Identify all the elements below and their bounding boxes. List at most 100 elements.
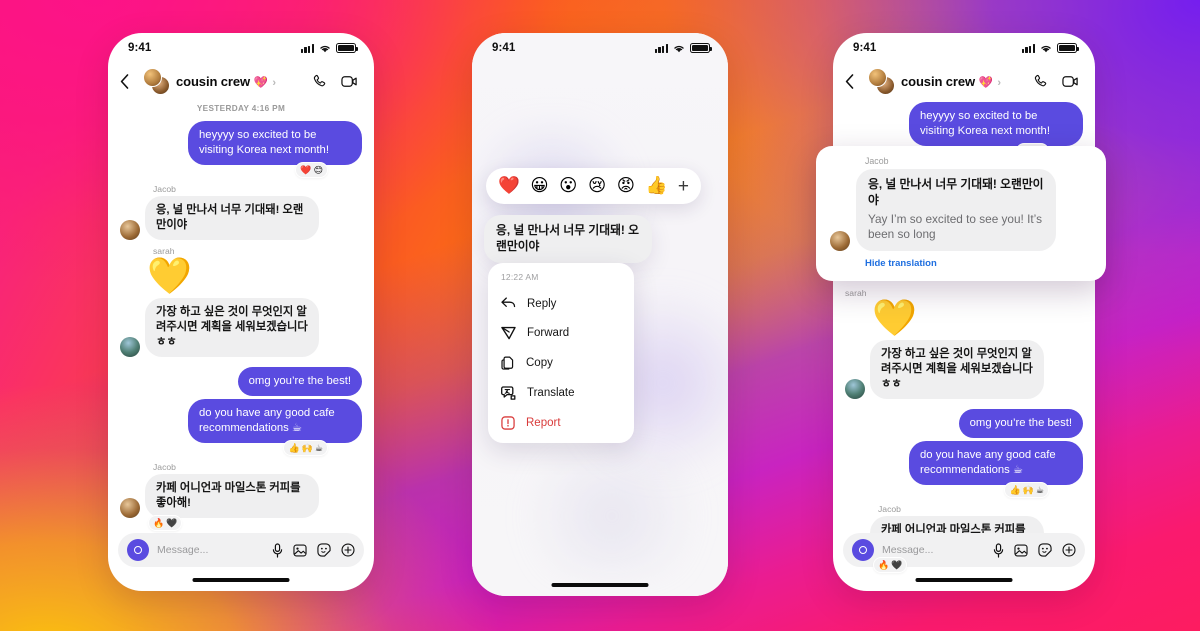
- message-row-outgoing: heyyyy so excited to be visiting Korea n…: [845, 102, 1083, 147]
- context-menu-item-forward[interactable]: Forward: [488, 318, 634, 348]
- report-warning-icon: [501, 416, 515, 430]
- home-indicator: [192, 578, 290, 582]
- wifi-icon: [319, 44, 331, 53]
- reaction-row: 🔥 🖤: [845, 557, 1083, 574]
- message-input[interactable]: Message...: [157, 544, 264, 556]
- phone-3-translation: 9:41 cousin crew 💖 › heyyyy so excited t…: [833, 33, 1095, 591]
- header-actions: [1033, 74, 1079, 89]
- original-text: 응, 널 만나서 너무 기대돼! 오랜만이야: [868, 177, 1044, 207]
- sparkling-heart-icon: 💖: [253, 76, 268, 89]
- message-input[interactable]: Message...: [882, 544, 985, 556]
- translated-message-bubble[interactable]: 응, 널 만나서 너무 기대돼! 오랜만이야 Yay I’m so excite…: [856, 169, 1056, 252]
- message-bubble[interactable]: 응, 널 만나서 너무 기대돼! 오랜만이야: [145, 196, 319, 241]
- chat-title[interactable]: cousin crew 💖 ›: [176, 74, 276, 89]
- translation-card: Jacob 응, 널 만나서 너무 기대돼! 오랜만이야 Yay I’m so …: [816, 146, 1106, 282]
- wifi-icon: [673, 44, 685, 53]
- translation-message-row: 응, 널 만나서 너무 기대돼! 오랜만이야 Yay I’m so excite…: [830, 169, 1092, 252]
- sender-avatar[interactable]: [830, 231, 850, 252]
- focused-message-bubble[interactable]: 응, 널 만나서 너무 기대돼! 오랜만이야: [484, 215, 652, 263]
- camera-icon[interactable]: [127, 539, 149, 561]
- reaction-emoji: ☕: [314, 442, 323, 453]
- reaction-emoji: ❤️: [300, 164, 312, 175]
- reaction-pill[interactable]: 🔥 🖤: [873, 557, 908, 574]
- message-row-outgoing: heyyyy so excited to be visiting Korea n…: [120, 121, 362, 166]
- context-menu-item-report[interactable]: Report: [488, 408, 634, 438]
- message-bubble[interactable]: omg you’re the best!: [958, 409, 1083, 439]
- photo-icon[interactable]: [1014, 544, 1028, 557]
- reaction-pill[interactable]: ❤️ 😊: [295, 162, 328, 179]
- avatar[interactable]: [868, 68, 895, 95]
- back-icon[interactable]: [845, 73, 861, 89]
- sticker-message[interactable]: 💛: [147, 258, 362, 294]
- plus-icon[interactable]: [341, 543, 355, 557]
- status-bar-time: 9:41: [128, 42, 152, 54]
- hide-translation-link[interactable]: Hide translation: [865, 258, 1092, 269]
- phone-call-icon[interactable]: [312, 74, 327, 89]
- status-bar-indicators: [654, 43, 712, 53]
- sender-avatar[interactable]: [845, 379, 865, 400]
- status-bar: 9:41: [472, 33, 728, 63]
- sender-avatar[interactable]: [120, 220, 140, 241]
- message-bubble[interactable]: omg you’re the best!: [237, 367, 362, 397]
- more-reactions-plus-icon[interactable]: +: [678, 177, 689, 196]
- context-menu-item-reply[interactable]: Reply: [488, 289, 634, 318]
- message-row-incoming: 가장 하고 싶은 것이 무엇인지 알려주시면 계획을 세워보겠습니다 ㅎㅎ: [845, 340, 1083, 400]
- context-menu-label: Report: [526, 417, 561, 429]
- microphone-icon[interactable]: [272, 542, 283, 558]
- phone-2-message-actions: 9:41 ❤️ 😀 😮 😢 😡 👍 + 응, 널 만나서 너무 기대돼! 오랜만…: [472, 33, 728, 596]
- chat-title[interactable]: cousin crew 💖 ›: [901, 74, 1001, 89]
- cellular-signal-icon: [654, 43, 668, 53]
- reaction-option-surprised[interactable]: 😮: [559, 177, 577, 195]
- phone-call-icon[interactable]: [1033, 74, 1048, 89]
- sticker-icon[interactable]: [317, 543, 331, 557]
- reaction-pill[interactable]: 👍 🙌 ☕: [1004, 482, 1049, 499]
- reaction-option-heart[interactable]: ❤️: [498, 177, 520, 195]
- avatar[interactable]: [143, 68, 170, 95]
- chat-title-text: cousin crew: [901, 73, 976, 89]
- sticker-message[interactable]: 💛: [872, 300, 1083, 336]
- copy-pages-icon: [501, 356, 515, 370]
- message-bubble[interactable]: 카페 어니언과 마일스톤 커피를 좋아해!: [145, 474, 319, 519]
- composer-icons: [993, 542, 1076, 558]
- sender-avatar[interactable]: [120, 337, 140, 358]
- photo-icon[interactable]: [293, 544, 307, 557]
- message-bubble[interactable]: 가장 하고 싶은 것이 무엇인지 알려주시면 계획을 세워보겠습니다 ㅎㅎ: [870, 340, 1044, 400]
- wifi-icon: [1040, 44, 1052, 53]
- message-thread: YESTERDAY 4:16 PM heyyyy so excited to b…: [108, 104, 374, 532]
- reaction-option-grin[interactable]: 😀: [530, 177, 548, 195]
- context-menu-label: Reply: [527, 297, 557, 310]
- plus-icon[interactable]: [1062, 543, 1076, 557]
- context-menu-item-translate[interactable]: Translate: [488, 378, 634, 408]
- translation-sender-name: Jacob: [865, 156, 889, 166]
- sticker-icon[interactable]: [1038, 543, 1052, 557]
- message-sender-name: Jacob: [153, 184, 176, 195]
- phone-1-chat-thread: 9:41 cousin crew 💖 › YESTERDAY 4:16 PM h…: [108, 33, 374, 591]
- reaction-pill[interactable]: 👍 🙌 ☕: [283, 440, 328, 457]
- message-bubble[interactable]: do you have any good cafe recommendation…: [909, 441, 1083, 486]
- microphone-icon[interactable]: [993, 542, 1004, 558]
- message-bubble[interactable]: heyyyy so excited to be visiting Korea n…: [188, 121, 362, 166]
- reaction-emoji: 🔥: [878, 559, 890, 570]
- context-menu-label: Forward: [527, 327, 570, 339]
- sparkling-heart-icon: 💖: [978, 76, 993, 89]
- home-indicator: [551, 583, 649, 587]
- message-bubble[interactable]: 가장 하고 싶은 것이 무엇인지 알려주시면 계획을 세워보겠습니다 ㅎㅎ: [145, 298, 319, 358]
- reaction-option-cry[interactable]: 😢: [588, 177, 606, 195]
- composer-icons: [272, 542, 355, 558]
- status-bar: 9:41: [108, 33, 374, 63]
- status-bar-indicators: [1021, 43, 1079, 53]
- video-call-icon[interactable]: [1062, 75, 1079, 88]
- reaction-option-angry[interactable]: 😡: [617, 177, 635, 195]
- reaction-option-thumbs-up[interactable]: 👍: [646, 177, 668, 195]
- message-bubble[interactable]: heyyyy so excited to be visiting Korea n…: [909, 102, 1083, 147]
- reaction-emoji: 🔥: [153, 517, 165, 528]
- video-call-icon[interactable]: [341, 75, 358, 88]
- message-bubble[interactable]: do you have any good cafe recommendation…: [188, 399, 362, 444]
- context-menu-label: Copy: [526, 357, 553, 369]
- message-timestamp: 12:22 AM: [501, 272, 539, 282]
- status-bar-time: 9:41: [492, 42, 516, 54]
- back-icon[interactable]: [120, 73, 136, 89]
- message-row-outgoing: do you have any good cafe recommendation…: [120, 399, 362, 444]
- context-menu-item-copy[interactable]: Copy: [488, 348, 634, 378]
- reaction-pill[interactable]: 🔥 🖤: [148, 515, 183, 532]
